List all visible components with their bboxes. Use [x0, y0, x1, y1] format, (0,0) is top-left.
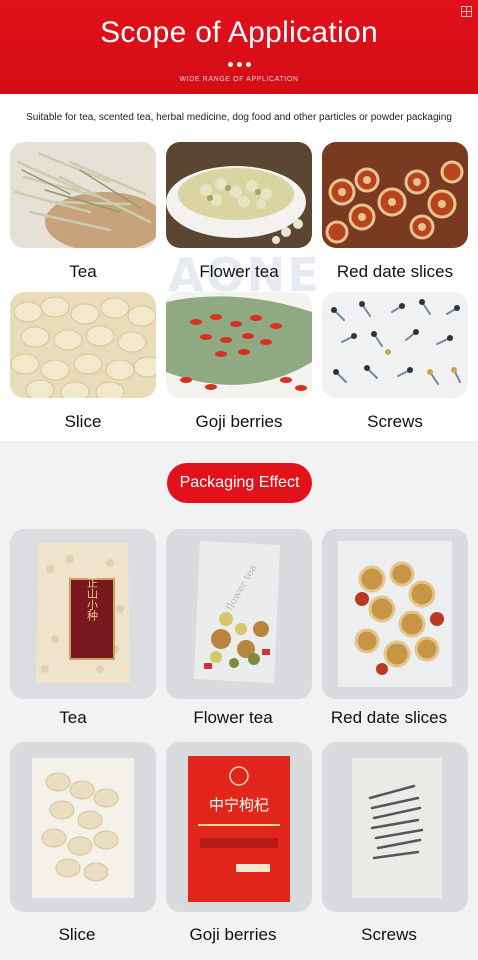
packaging-effect-heading: Packaging Effect — [167, 463, 312, 503]
screws-label: Screws — [367, 412, 423, 431]
tea-image — [10, 142, 156, 248]
intro-text: Suitable for tea, scented tea, herbal me… — [26, 112, 452, 123]
screws-image — [322, 292, 468, 398]
screws-package-label: Screws — [361, 925, 417, 944]
goji-package-text: 中宁枸杞 — [209, 796, 269, 814]
goji-berries-image — [166, 292, 312, 398]
page-subtitle: WIDE RANGE OF APPLICATION — [179, 76, 299, 83]
tea-package-image: 正山小种 — [10, 529, 156, 699]
tea-package-label: Tea — [59, 708, 87, 727]
red-date-slices-package-image — [322, 529, 468, 699]
tea-package-text: 正山小种 — [86, 577, 99, 621]
goji-berries-label: Goji berries — [195, 412, 283, 431]
red-date-slices-image — [322, 142, 468, 248]
screws-package-image — [322, 742, 468, 912]
flower-tea-image — [166, 142, 312, 248]
flower-tea-package-label: Flower tea — [193, 708, 273, 727]
header-banner: Scope of Application WIDE RANGE OF APPLI… — [0, 0, 478, 94]
slice-package-label: Slice — [58, 925, 96, 944]
red-date-slices-package-label: Red date slices — [330, 708, 448, 727]
slice-image — [10, 292, 156, 398]
slice-label: Slice — [64, 412, 102, 431]
flower-tea-package-image: flower tea — [166, 529, 312, 699]
goji-berries-package-image: 中宁枸杞 — [166, 742, 312, 912]
goji-berries-package-label: Goji berries — [189, 925, 277, 944]
expand-grid-icon[interactable] — [461, 6, 472, 17]
red-date-slices-label: Red date slices — [336, 262, 454, 281]
slice-package-image — [10, 742, 156, 912]
flower-tea-label: Flower tea — [199, 262, 279, 281]
page-title: Scope of Application — [100, 16, 378, 49]
tea-label: Tea — [69, 262, 97, 281]
dots-decoration — [0, 57, 478, 71]
